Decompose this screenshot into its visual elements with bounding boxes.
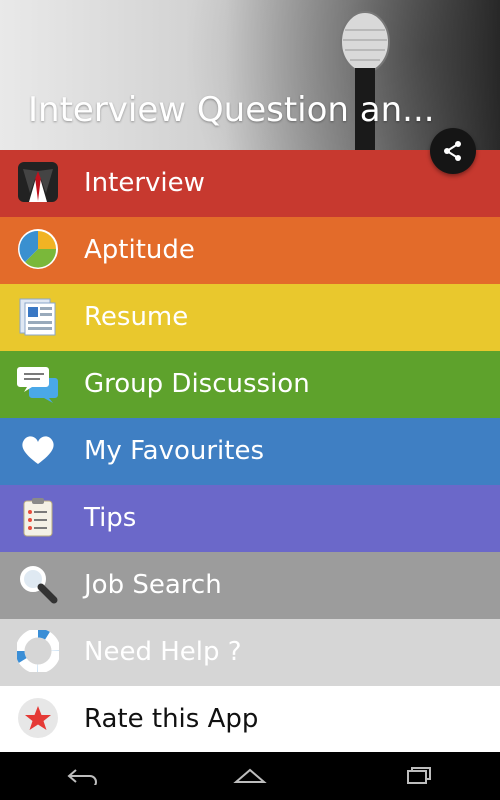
resume-icon: [17, 295, 59, 337]
menu-item-my-favourites[interactable]: My Favourites: [0, 418, 500, 485]
recents-icon: [406, 767, 431, 784]
suit-icon: [17, 161, 59, 203]
app-screen: Interview Question an... Interview Aptit…: [0, 0, 500, 800]
system-navigation-bar: [0, 752, 500, 800]
menu-item-need-help[interactable]: Need Help ?: [0, 619, 500, 686]
menu-item-group-discussion[interactable]: Group Discussion: [0, 351, 500, 418]
menu-item-label: Need Help ?: [84, 637, 242, 667]
share-button[interactable]: [430, 128, 476, 174]
menu-item-rate-this-app[interactable]: Rate this App: [0, 686, 500, 753]
menu-item-job-search[interactable]: Job Search: [0, 552, 500, 619]
menu-item-label: Group Discussion: [84, 369, 310, 399]
menu-item-interview[interactable]: Interview: [0, 150, 500, 217]
menu-item-label: Rate this App: [84, 704, 259, 734]
pie-chart-icon: [17, 228, 59, 270]
menu-item-tips[interactable]: Tips: [0, 485, 500, 552]
clipboard-icon: [17, 496, 59, 538]
menu-item-label: Tips: [84, 503, 137, 533]
menu-item-label: Aptitude: [84, 235, 195, 265]
chat-icon: [17, 362, 59, 404]
app-title: Interview Question an...: [28, 90, 435, 130]
header-banner: Interview Question an...: [0, 0, 500, 150]
menu-item-aptitude[interactable]: Aptitude: [0, 217, 500, 284]
menu-item-label: Job Search: [84, 570, 222, 600]
menu-item-label: Interview: [84, 168, 205, 198]
main-menu: Interview Aptitude Resume Group Discussi…: [0, 150, 500, 753]
magnifier-icon: [17, 563, 59, 605]
back-icon: [67, 769, 98, 785]
star-icon: [17, 697, 59, 739]
home-icon: [233, 768, 267, 783]
home-button[interactable]: [225, 752, 275, 800]
menu-item-label: Resume: [84, 302, 189, 332]
menu-item-resume[interactable]: Resume: [0, 284, 500, 351]
heart-icon: [17, 429, 59, 471]
menu-item-label: My Favourites: [84, 436, 265, 466]
recents-button[interactable]: [392, 752, 442, 800]
back-button[interactable]: [58, 752, 108, 800]
lifebuoy-icon: [15, 628, 61, 674]
share-icon: [444, 141, 461, 161]
